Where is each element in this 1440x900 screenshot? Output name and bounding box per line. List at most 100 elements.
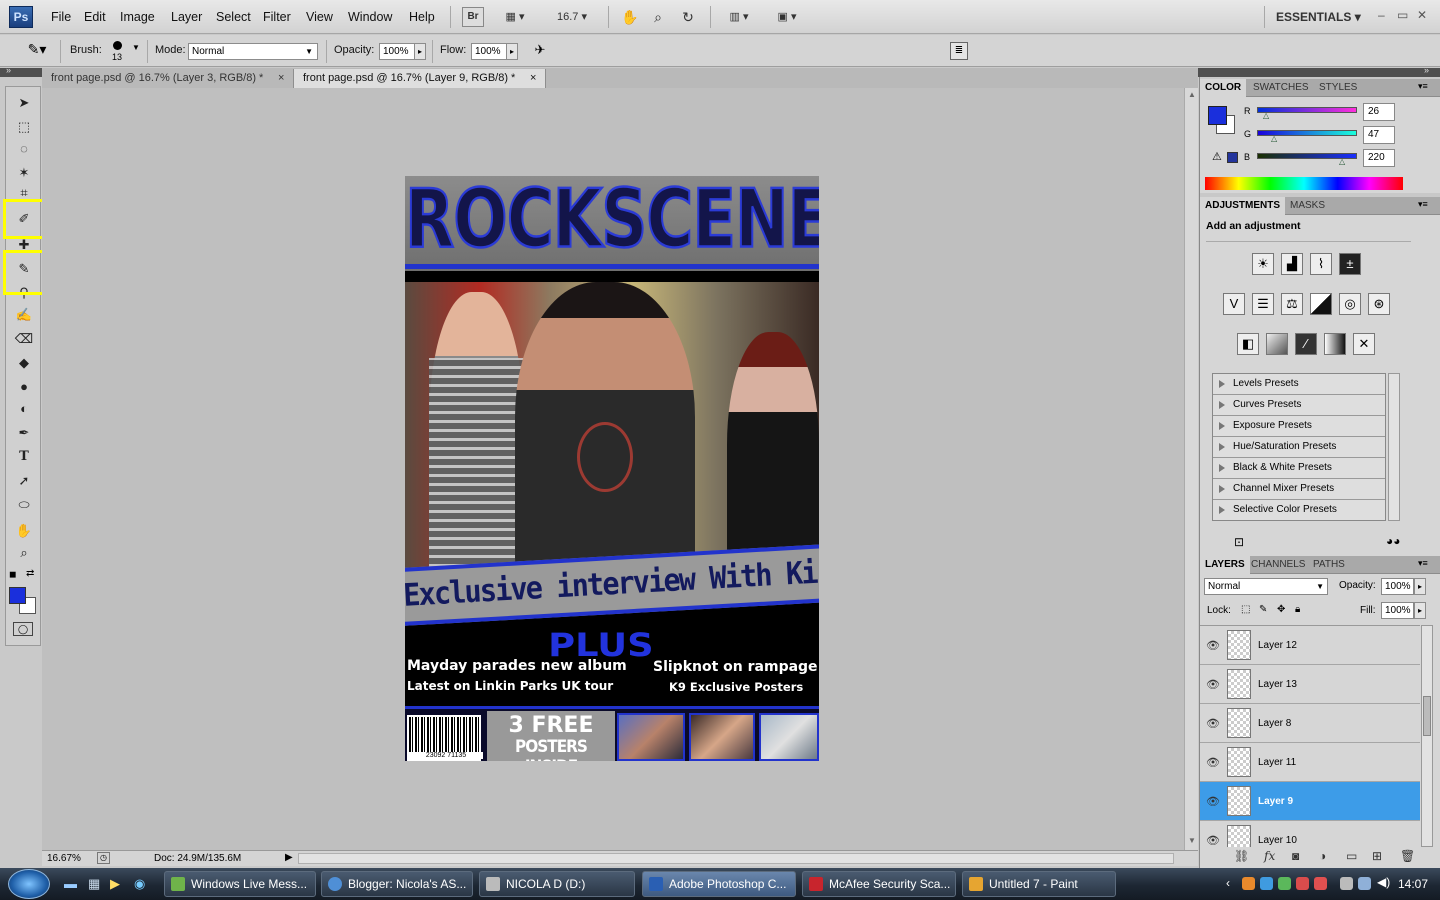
marquee-tool-icon[interactable]: ⬚	[12, 117, 36, 137]
restore-button[interactable]: ▭	[1397, 8, 1408, 22]
hue-saturation-presets[interactable]: Hue/Saturation Presets	[1213, 437, 1385, 458]
explorer-icon[interactable]: ▦	[88, 876, 100, 892]
task-windows-live-messenger[interactable]: Windows Live Mess...	[164, 871, 316, 897]
tab-swatches[interactable]: SWATCHES	[1248, 79, 1314, 97]
lock-pixels-icon[interactable]: ✎	[1259, 604, 1267, 615]
green-slider-handle[interactable]: △	[1271, 134, 1277, 143]
task-mcafee[interactable]: McAfee Security Sca...	[802, 871, 956, 897]
selective-color-presets[interactable]: Selective Color Presets	[1213, 500, 1385, 520]
layer-style-icon[interactable]: fx	[1264, 849, 1275, 863]
quick-mask-icon[interactable]: ◯	[13, 622, 33, 636]
curves-presets[interactable]: Curves Presets	[1213, 395, 1385, 416]
lock-position-icon[interactable]: ✥	[1277, 604, 1285, 615]
presets-scrollbar[interactable]	[1388, 373, 1400, 521]
browser-icon[interactable]: ◉	[134, 876, 145, 892]
layer-row-selected[interactable]: 👁︎ Layer 9	[1200, 782, 1420, 821]
tab-layer-3[interactable]: front page.psd @ 16.7% (Layer 3, RGB/8) …	[42, 69, 294, 88]
mode-select[interactable]: Normal ▼	[188, 43, 318, 60]
menu-view[interactable]: View	[306, 10, 333, 24]
type-tool-icon[interactable]: T	[12, 447, 36, 467]
brightness-contrast-icon[interactable]: ☀	[1252, 253, 1274, 275]
lock-transparent-icon[interactable]: ⬚	[1241, 604, 1250, 615]
visibility-eye-icon[interactable]: 👁︎	[1206, 795, 1220, 808]
tray-signal-icon[interactable]	[1358, 877, 1371, 890]
green-value-input[interactable]: 47	[1363, 126, 1395, 144]
close-icon[interactable]: ×	[278, 69, 284, 87]
blend-mode-select[interactable]: Normal ▼	[1204, 578, 1328, 595]
threshold-icon[interactable]: ⁄	[1295, 333, 1317, 355]
photo-filter-icon[interactable]: ◎	[1339, 293, 1361, 315]
move-tool-icon[interactable]: ➤	[12, 93, 36, 113]
volume-icon[interactable]: ◀)	[1377, 875, 1390, 889]
start-button[interactable]	[8, 869, 50, 899]
magazine-cover-artwork[interactable]: ROCKSCENE Exclusive interview With Kickf…	[405, 176, 819, 761]
tab-adjustments[interactable]: ADJUSTMENTS	[1200, 197, 1286, 215]
opacity-input[interactable]: 100%	[379, 43, 415, 60]
blue-value-input[interactable]: 220	[1363, 149, 1395, 167]
gamut-color-swatch[interactable]	[1227, 152, 1238, 163]
add-mask-icon[interactable]: ◙	[1292, 849, 1299, 863]
red-slider-handle[interactable]: △	[1263, 111, 1269, 120]
layers-scroll-thumb[interactable]	[1423, 696, 1431, 736]
menu-window[interactable]: Window	[348, 10, 392, 24]
swap-colors-icon[interactable]: ⇄	[26, 568, 34, 579]
show-desktop-icon[interactable]: ▬	[64, 876, 77, 891]
tray-network-icon[interactable]	[1260, 877, 1273, 890]
hand-tool-icon[interactable]: ✋	[12, 521, 36, 541]
tab-channels[interactable]: CHANNELS	[1246, 556, 1310, 574]
visibility-eye-icon[interactable]: 👁︎	[1206, 678, 1220, 691]
minimize-button[interactable]: –	[1378, 8, 1385, 22]
tab-layer-9[interactable]: front page.psd @ 16.7% (Layer 9, RGB/8) …	[294, 69, 546, 88]
levels-icon[interactable]: ▟	[1281, 253, 1303, 275]
close-button[interactable]: ✕	[1417, 8, 1427, 22]
system-clock[interactable]: 14:07	[1398, 877, 1428, 891]
tray-messenger-icon[interactable]	[1278, 877, 1291, 890]
collapse-icon[interactable]: »	[1424, 65, 1429, 75]
channel-mixer-presets[interactable]: Channel Mixer Presets	[1213, 479, 1385, 500]
menu-filter[interactable]: Filter	[263, 10, 291, 24]
curves-icon[interactable]: ⌇	[1310, 253, 1332, 275]
link-layers-icon[interactable]: ⛓	[1234, 849, 1249, 863]
show-hidden-icons-chevron[interactable]: ‹	[1226, 876, 1230, 890]
dodge-tool-icon[interactable]: ◐	[12, 399, 36, 419]
flow-input[interactable]: 100%	[471, 43, 507, 60]
expand-icon[interactable]: »	[6, 65, 11, 75]
layers-scrollbar[interactable]	[1421, 625, 1433, 847]
default-colors-icon[interactable]: ◼	[9, 569, 16, 580]
status-arrow-icon[interactable]: ▶	[285, 852, 293, 863]
exposure-presets[interactable]: Exposure Presets	[1213, 416, 1385, 437]
zoom-tool-icon[interactable]: ⌕	[12, 543, 36, 563]
airbrush-icon[interactable]: ✈	[530, 42, 550, 61]
eraser-tool-icon[interactable]: ⌫	[12, 329, 36, 349]
flow-slider-button[interactable]: ▸	[506, 43, 518, 60]
view-extras-icon[interactable]: ▦ ▾	[498, 7, 532, 27]
visibility-eye-icon[interactable]: 👁︎	[1206, 756, 1220, 769]
menu-layer[interactable]: Layer	[171, 10, 202, 24]
menu-file[interactable]: File	[51, 10, 71, 24]
red-slider[interactable]	[1257, 107, 1357, 113]
lock-all-icon[interactable]: 🔒︎	[1295, 604, 1300, 615]
delete-layer-icon[interactable]: 🗑︎	[1400, 849, 1415, 863]
layer-opacity-input[interactable]: 100%	[1381, 578, 1414, 595]
panel-menu-icon[interactable]: ▾≡	[1418, 558, 1428, 569]
opacity-slider-button[interactable]: ▸	[414, 43, 426, 60]
hue-saturation-icon[interactable]: ☰	[1252, 293, 1274, 315]
tab-styles[interactable]: STYLES	[1314, 79, 1362, 97]
status-menu-icon[interactable]: ◷	[97, 852, 110, 864]
gradient-map-icon[interactable]	[1324, 333, 1346, 355]
tray-mcafee-icon[interactable]	[1314, 877, 1327, 890]
pen-tool-icon[interactable]: ✒	[12, 423, 36, 443]
history-brush-tool-icon[interactable]: ✍	[12, 305, 36, 325]
visibility-eye-icon[interactable]: 👁︎	[1206, 639, 1220, 652]
vibrance-icon[interactable]: V	[1223, 293, 1245, 315]
task-photoshop[interactable]: Adobe Photoshop C...	[642, 871, 796, 897]
foreground-color-swatch[interactable]	[9, 587, 26, 604]
panel-menu-icon[interactable]: ▾≡	[1418, 199, 1428, 210]
tab-color[interactable]: COLOR	[1200, 79, 1247, 97]
color-spectrum-ramp[interactable]	[1205, 177, 1403, 190]
menu-select[interactable]: Select	[216, 10, 251, 24]
tab-masks[interactable]: MASKS	[1285, 197, 1330, 215]
layer-row[interactable]: 👁︎ Layer 13	[1200, 665, 1420, 704]
layer-opacity-slider-button[interactable]: ▸	[1414, 578, 1426, 595]
blue-slider-handle[interactable]: △	[1339, 157, 1345, 166]
